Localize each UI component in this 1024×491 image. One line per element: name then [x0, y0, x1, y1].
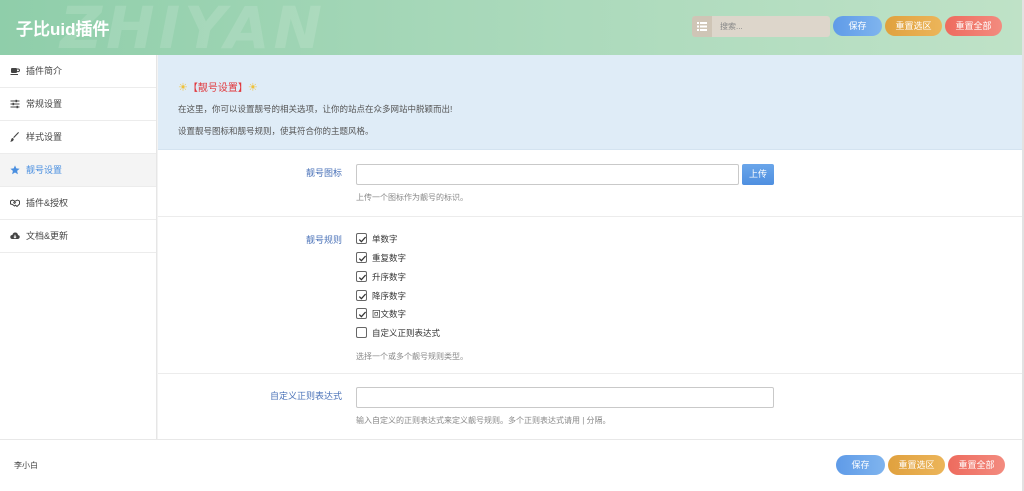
- sidebar-item-label: 靓号设置: [26, 165, 63, 175]
- sidebar-item-license[interactable]: 插件&授权: [0, 187, 156, 220]
- field-label: 靓号规则: [305, 235, 342, 245]
- sidebar-item-general[interactable]: 常规设置: [0, 88, 156, 121]
- field-help: 输入自定义的正则表达式来定义靓号规则。多个正则表达式请用 | 分隔。: [356, 416, 611, 425]
- notice-description: 设置靓号图标和靓号规则，使其符合你的主题风格。: [178, 126, 374, 136]
- search-input[interactable]: [714, 16, 826, 37]
- section-notice: ☀【靓号设置】☀ 在这里，你可以设置靓号的相关选项，让你的站点在众多网站中脱颖而…: [158, 55, 1022, 150]
- rule-option-label: 降序数字: [372, 291, 407, 301]
- field-label: 靓号图标: [305, 168, 342, 178]
- handshake-icon: [10, 199, 20, 208]
- sidebar-item-label: 插件&授权: [26, 198, 69, 208]
- star-icon: [10, 165, 20, 175]
- checkbox-checked[interactable]: [356, 308, 367, 319]
- rule-option-label: 自定义正则表达式: [372, 328, 441, 338]
- field-pretty-id-rules: 靓号规则 单数字 重复数字 升序数字 降序数字 回文数字 自定义正则表达式 选择…: [158, 217, 1022, 374]
- footer-bar: 李小白 保存 重置选区 重置全部: [0, 439, 1022, 491]
- header-reset-all-button[interactable]: 重置全部: [945, 16, 1002, 36]
- sliders-icon: [10, 99, 20, 109]
- cloud-download-icon: [10, 232, 20, 239]
- sidebar: 插件简介 常规设置 样式设置 靓号设置 插件&授权 文档&更新: [0, 55, 157, 439]
- app-title: 子比uid插件: [16, 20, 110, 39]
- sidebar-item-docs[interactable]: 文档&更新: [0, 220, 156, 253]
- footer-reset-all-button[interactable]: 重置全部: [948, 455, 1005, 475]
- checkbox-checked[interactable]: [356, 233, 367, 244]
- checkbox-checked[interactable]: [356, 271, 367, 282]
- field-pretty-id-icon: 靓号图标 上传 上传一个图标作为靓号的标识。: [158, 151, 1022, 217]
- header-reset-section-button[interactable]: 重置选区: [885, 16, 942, 36]
- sidebar-item-pretty-id[interactable]: 靓号设置: [0, 154, 156, 187]
- sun-icon: ☀: [178, 82, 188, 94]
- brush-icon: [10, 132, 19, 142]
- sidebar-item-label: 插件简介: [26, 66, 63, 76]
- author-name: 李小白: [14, 461, 38, 470]
- notice-description: 在这里，你可以设置靓号的相关选项，让你的站点在众多网站中脱颖而出!: [178, 104, 453, 114]
- field-help: 上传一个图标作为靓号的标识。: [356, 193, 468, 202]
- footer-reset-section-button[interactable]: 重置选区: [888, 455, 945, 475]
- footer-save-button[interactable]: 保存: [836, 455, 885, 475]
- field-custom-regex: 自定义正则表达式 输入自定义的正则表达式来定义靓号规则。多个正则表达式请用 | …: [158, 374, 1022, 439]
- rule-option-label: 升序数字: [372, 272, 407, 282]
- sidebar-item-style[interactable]: 样式设置: [0, 121, 156, 154]
- sidebar-item-label: 样式设置: [26, 132, 63, 142]
- notice-title: ☀【靓号设置】☀: [178, 79, 258, 94]
- checkbox-checked[interactable]: [356, 252, 367, 263]
- sidebar-item-label: 文档&更新: [26, 231, 69, 241]
- header-bar: ZHIYAN 子比uid插件 保存 重置选区 重置全部: [0, 0, 1022, 55]
- sun-icon: ☀: [247, 82, 258, 94]
- rule-option-label: 回文数字: [372, 309, 407, 319]
- field-help: 选择一个或多个靓号规则类型。: [356, 352, 468, 361]
- sidebar-item-intro[interactable]: 插件简介: [0, 55, 156, 88]
- sidebar-item-label: 常规设置: [26, 99, 63, 109]
- field-label: 自定义正则表达式: [269, 391, 342, 401]
- upload-button[interactable]: 上传: [742, 164, 774, 185]
- icon-url-input[interactable]: [356, 164, 739, 185]
- regex-input[interactable]: [356, 387, 774, 408]
- checkbox-unchecked[interactable]: [356, 327, 367, 338]
- notice-title-text: 【靓号设置】: [187, 83, 248, 94]
- coffee-icon: [10, 68, 20, 75]
- main-content: ☀【靓号设置】☀ 在这里，你可以设置靓号的相关选项，让你的站点在众多网站中脱颖而…: [158, 55, 1022, 439]
- header-save-button[interactable]: 保存: [833, 16, 882, 36]
- checkbox-checked[interactable]: [356, 290, 367, 301]
- rule-option-label: 单数字: [372, 234, 398, 244]
- list-icon[interactable]: [692, 16, 712, 37]
- rule-option-label: 重复数字: [372, 253, 407, 263]
- search-box: [692, 16, 830, 37]
